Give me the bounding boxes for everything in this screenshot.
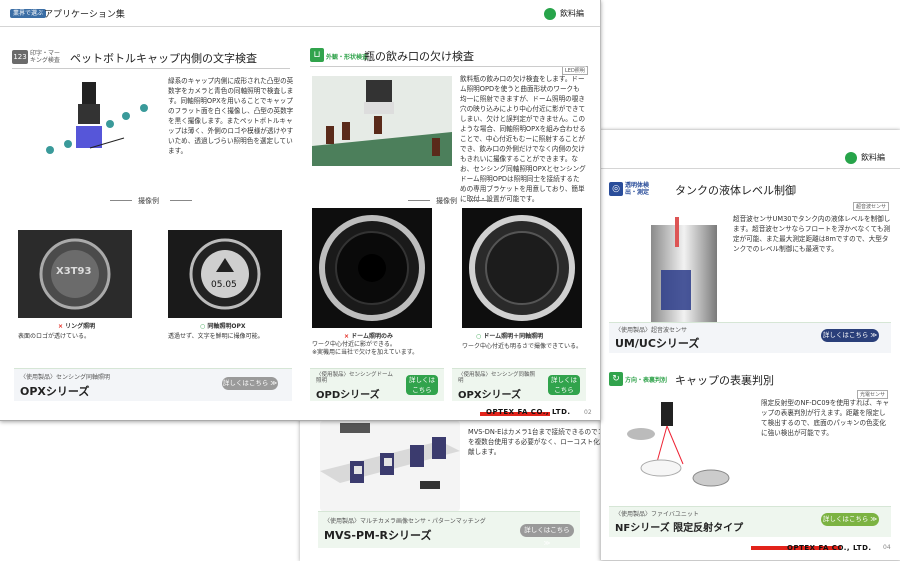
left-description: 緑系のキャップ内側に成形された凸型の英数字をカメラと青色の同軸照明で検査します。…: [168, 77, 294, 155]
s2-tag-icon: ↻: [609, 372, 623, 386]
s2-product-label: 〈使用製品〉ファイバユニット: [615, 511, 699, 518]
s2-product-name: NFシリーズ 限定反射タイプ: [615, 523, 744, 534]
right-product1-button[interactable]: 詳しくはこちら: [406, 375, 438, 395]
front-footer-logo: OPTEX FA CO., LTD.: [486, 408, 571, 416]
s1-product-name: UM/UCシリーズ: [615, 337, 700, 350]
right-product1-label: 〈使用製品〉センシングドーム照明: [316, 372, 393, 384]
left-num-badge: 123: [12, 50, 28, 64]
left-shot1-caption-text: リング照明: [65, 323, 96, 330]
right-tag: 外観・形状検査: [326, 54, 369, 61]
ok-mark: ○: [476, 333, 482, 340]
conveyor-illustration: [320, 423, 460, 489]
right-footer-logo: OPTEX FA CO., LTD.: [787, 544, 872, 552]
right-product1-name: OPDシリーズ: [316, 390, 380, 401]
cap-text-ring: X3T93: [56, 266, 92, 277]
s1-title: タンクの液体レベル制御: [675, 184, 796, 197]
right-shot2-caption: ○ ドーム照明＋同軸照明: [476, 331, 543, 340]
s1-description: 超音波センサUM30でタンク内の液体レベルを制御します。超音波センサならフロート…: [733, 215, 891, 253]
s1-badge: 超音波センサ: [853, 202, 890, 211]
back-product-label: 〈使用製品〉マルチカメラ画像センサ・パターンマッチング: [324, 518, 486, 525]
s2-details-button[interactable]: 詳しくはこちら ≫: [821, 513, 879, 526]
header-tag: 業界で選ぶ: [10, 9, 47, 18]
back-details-button[interactable]: 詳しくはこちら ≫: [520, 524, 574, 547]
left-shot2-caption-text: 同軸照明OPX: [207, 323, 246, 330]
left-shot1-caption: × リング照明: [58, 321, 95, 330]
right-page-number: 04: [883, 544, 891, 551]
right-shot2-note: ワーク中心付近も明るさで撮像できている。: [462, 343, 583, 350]
header-title: アプリケーション集: [44, 10, 125, 20]
left-product-box: 〈使用製品〉センシング同軸照明 OPXシリーズ 詳しくはこちら ≫: [14, 368, 292, 401]
left-details-button[interactable]: 詳しくはこちら ≫: [222, 377, 278, 390]
right-tag-icon: ⊔: [310, 48, 324, 62]
cap-text-coaxial: 05.05: [211, 280, 237, 290]
left-shot1-note: 表面のロゴが透けている。: [18, 333, 91, 340]
s1-details-button[interactable]: 詳しくはこちら ≫: [821, 329, 879, 342]
s1-product-box: 〈使用製品〉超音波センサ UM/UCシリーズ 詳しくはこちら ≫: [609, 322, 891, 353]
front-page-number: 02: [584, 409, 592, 416]
right-product2-name: OPXシリーズ: [458, 390, 522, 401]
left-examples-label: 撮像例: [138, 197, 159, 205]
right-shot-dome: [312, 208, 432, 328]
s1-tag-icon: ◎: [609, 182, 623, 196]
left-shot2-caption: ○ 同軸照明OPX: [200, 321, 245, 330]
ng-mark: ×: [58, 323, 64, 330]
right-header-section: 飲料編: [861, 153, 885, 162]
front-page: 業界で選ぶ アプリケーション集 飲料編 123 印字・マーキング検査 ペットボト…: [0, 0, 601, 421]
back-product-box: 〈使用製品〉マルチカメラ画像センサ・パターンマッチング MVS-PM-Rシリーズ…: [318, 511, 580, 548]
right-description: 飲料瓶の飲み口の欠け検査をします。ドーム照明OPDを使うと曲面形状のワークも均一…: [460, 75, 586, 203]
s2-title: キャップの表裏判別: [675, 374, 774, 387]
beverage-section-icon: [845, 152, 857, 164]
s2-tag: 方向・表裏判別: [625, 377, 668, 384]
ok-mark: ○: [200, 323, 206, 330]
front-page-header: 業界で選ぶ アプリケーション集 飲料編: [0, 0, 600, 27]
right-product1-box: 〈使用製品〉センシングドーム照明 OPDシリーズ 詳しくはこちら: [310, 368, 444, 401]
right-examples-label: 撮像例: [436, 197, 457, 205]
right-shot-dome-coaxial: [462, 208, 582, 328]
ng-mark: ×: [344, 333, 350, 340]
left-title: ペットボトルキャップ内側の文字検査: [70, 52, 257, 65]
left-shot2-note: 透過せず、文字を鮮明に撮像可能。: [168, 333, 264, 340]
right-product2-button[interactable]: 詳しくはこちら: [548, 375, 580, 395]
tank-illustration: [611, 215, 721, 325]
right-shot2-caption-text: ドーム照明＋同軸照明: [483, 333, 544, 340]
left-product-name: OPXシリーズ: [20, 385, 90, 398]
conveyor-camera-photo: [320, 421, 460, 511]
left-product-label: 〈使用製品〉センシング同軸照明: [20, 374, 111, 381]
right-product2-label: 〈使用製品〉センシング同軸照明: [458, 372, 536, 384]
back-product-name: MVS-PM-Rシリーズ: [324, 529, 432, 542]
right-page: 飲料編 ◎ 透明体検出・測定 タンクの液体レベル制御 超音波センサ 超音波センサ…: [600, 130, 900, 560]
right-shot1-caption: × ドーム照明のみ: [344, 331, 393, 340]
left-shot-coaxial: 05.05: [168, 230, 282, 318]
right-page-header: 飲料編: [601, 130, 900, 164]
cap-orientation-illustration: [611, 398, 751, 498]
right-title: 瓶の飲み口の欠け検査: [364, 50, 474, 63]
s2-product-box: 〈使用製品〉ファイバユニット NFシリーズ 限定反射タイプ 詳しくはこちら ≫: [609, 506, 891, 537]
right-product2-box: 〈使用製品〉センシング同軸照明 OPXシリーズ 詳しくはこちら: [452, 368, 586, 401]
s1-tag: 透明体検出・測定: [625, 182, 650, 196]
right-shot1-note: ワーク中心付近に影ができる。 ※実機用に当社で欠けを加えています。: [312, 341, 419, 356]
header-section: 飲料編: [560, 9, 584, 18]
left-tag: 印字・マーキング検査: [30, 50, 61, 64]
cap-inspection-illustration: [40, 78, 160, 178]
left-shot-ring: X3T93: [18, 230, 132, 318]
s2-description: 限定反射型のNF-DC09を使用すれば、キャップの表裏判別が行えます。距離を限定…: [761, 399, 890, 437]
s1-product-label: 〈使用製品〉超音波センサ: [615, 327, 688, 334]
beverage-section-icon: [544, 8, 556, 20]
bottle-inspection-photo: [312, 76, 452, 166]
right-shot1-caption-text: ドーム照明のみ: [351, 333, 393, 340]
